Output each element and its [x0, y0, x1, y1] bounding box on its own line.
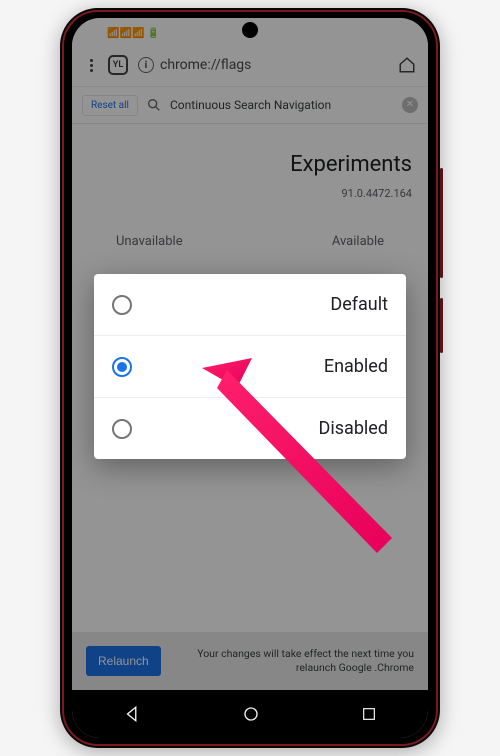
radio-icon	[112, 357, 132, 377]
flag-value-dialog: Default Enabled Disabled	[94, 274, 406, 459]
nav-back-icon[interactable]	[123, 705, 141, 723]
option-label: Disabled	[146, 418, 388, 439]
nav-recent-icon[interactable]	[361, 706, 377, 722]
screen: 2:00 📶📶📶 🔋 🛡 JAWWN Ocredoe YL i chrome:/…	[72, 18, 428, 738]
option-enabled[interactable]: Enabled	[94, 336, 406, 398]
power-button	[440, 298, 443, 353]
phone-frame: 2:00 📶📶📶 🔋 🛡 JAWWN Ocredoe YL i chrome:/…	[60, 8, 440, 748]
radio-icon	[112, 295, 132, 315]
option-label: Enabled	[146, 356, 388, 377]
nav-home-icon[interactable]	[242, 705, 260, 723]
option-disabled[interactable]: Disabled	[94, 398, 406, 459]
option-label: Default	[146, 294, 388, 315]
volume-button	[440, 168, 443, 278]
option-default[interactable]: Default	[94, 274, 406, 336]
radio-icon	[112, 419, 132, 439]
camera-notch	[242, 22, 258, 38]
android-nav-bar	[72, 690, 428, 738]
